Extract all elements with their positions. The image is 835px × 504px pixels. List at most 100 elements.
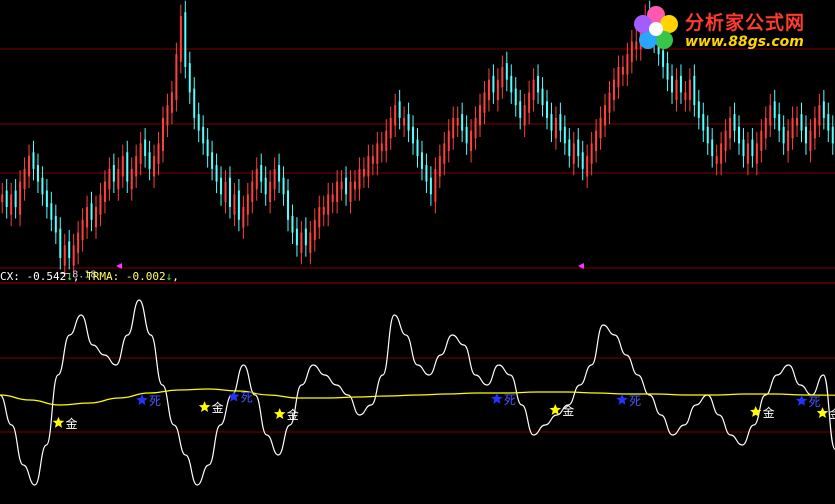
- candle-body: [108, 168, 111, 190]
- candle-body: [545, 101, 548, 118]
- candle-body: [429, 177, 432, 195]
- candle-body: [827, 114, 830, 131]
- candle-body: [541, 88, 544, 106]
- cx-line: [0, 299, 835, 486]
- dead-star-icon: [616, 393, 628, 405]
- candle-body: [568, 139, 571, 157]
- candle-body: [246, 194, 249, 215]
- candle-body: [282, 177, 285, 195]
- candle-body: [166, 105, 169, 126]
- candle-body: [144, 139, 147, 157]
- candle-body: [769, 105, 772, 126]
- candle-body: [688, 79, 691, 101]
- candle-body: [327, 194, 330, 215]
- dead-cross-label: 死: [629, 394, 641, 408]
- candle-body: [697, 101, 700, 118]
- chart-canvas: 8.18金死金死金死金死金死金: [0, 0, 835, 486]
- candle-body: [443, 143, 446, 164]
- candle-body: [434, 168, 437, 202]
- dead-star-icon: [491, 393, 503, 404]
- candle-body: [130, 168, 133, 190]
- candle-body: [175, 54, 178, 101]
- flower-logo-icon: [634, 6, 678, 49]
- candle-body: [483, 92, 486, 113]
- candle-body: [255, 168, 258, 190]
- candle-body: [295, 228, 298, 246]
- candle-body: [800, 114, 803, 131]
- candle-body: [577, 139, 580, 157]
- candle-body: [287, 190, 290, 220]
- candle-body: [153, 156, 156, 177]
- candle-body: [260, 165, 263, 182]
- candle-body: [81, 219, 84, 241]
- candle-body: [425, 165, 428, 182]
- candle-body: [595, 130, 598, 152]
- candle-body: [264, 177, 267, 195]
- candle-body: [349, 181, 352, 202]
- candle-body: [711, 139, 714, 157]
- candle-body: [796, 117, 799, 126]
- candle-body: [679, 75, 682, 93]
- candle-body: [510, 75, 513, 93]
- candle-body: [733, 114, 736, 131]
- candle-body: [32, 152, 35, 169]
- candle-body: [206, 139, 209, 157]
- candle-body: [675, 79, 678, 101]
- candle-body: [389, 117, 392, 139]
- candle-body: [496, 79, 499, 101]
- gold-cross-label: 金: [763, 405, 775, 420]
- candle-body: [139, 143, 142, 164]
- candle-body: [724, 130, 727, 152]
- candle-body: [559, 114, 562, 131]
- candle-body: [103, 181, 106, 202]
- candle-body: [269, 181, 272, 202]
- candle-body: [822, 101, 825, 118]
- candle-body: [523, 105, 526, 126]
- candle-body: [215, 165, 218, 182]
- candle-body: [385, 130, 388, 152]
- candle-body: [188, 63, 191, 93]
- indicator-readout: CX: -0.542↓, TRMA: -0.002↓,: [0, 270, 179, 283]
- dead-cross-label: 死: [241, 391, 253, 405]
- candle-body: [161, 117, 164, 152]
- candle-body: [135, 156, 138, 177]
- candle-body: [197, 114, 200, 131]
- candle-body: [617, 66, 620, 88]
- candle-body: [791, 117, 794, 139]
- candle-body: [340, 181, 343, 190]
- gold-cross-label: 金: [562, 403, 574, 418]
- candle-body: [778, 114, 781, 131]
- candle-body: [358, 168, 361, 190]
- candle-body: [554, 117, 557, 139]
- candle-body: [804, 126, 807, 144]
- ma-value: -0.002: [125, 270, 166, 283]
- candle-body: [465, 126, 468, 144]
- candle-body: [41, 177, 44, 195]
- candle-body: [492, 75, 495, 93]
- candle-body: [362, 168, 365, 177]
- candle-body: [63, 245, 66, 266]
- candle-body: [528, 92, 531, 113]
- candle-body: [474, 117, 477, 139]
- candle-body: [773, 101, 776, 118]
- dead-cross-label: 死: [504, 393, 516, 407]
- gold-cross-label: 金: [212, 400, 224, 415]
- candle-body: [760, 130, 763, 152]
- candle-body: [300, 232, 303, 253]
- candle-body: [202, 126, 205, 144]
- candle-body: [505, 63, 508, 80]
- candle-body: [729, 117, 732, 139]
- candle-body: [224, 181, 227, 202]
- dead-star-icon: [136, 394, 148, 406]
- candle-body: [479, 105, 482, 126]
- candle-body: [228, 177, 231, 208]
- candle-body: [604, 105, 607, 126]
- candle-body: [28, 156, 31, 177]
- candle-body: [537, 75, 540, 93]
- candle-body: [818, 105, 821, 126]
- candle-body: [112, 165, 115, 182]
- candle-body: [684, 92, 687, 101]
- candle-body: [242, 207, 245, 228]
- candle-body: [353, 181, 356, 190]
- candle-body: [751, 139, 754, 157]
